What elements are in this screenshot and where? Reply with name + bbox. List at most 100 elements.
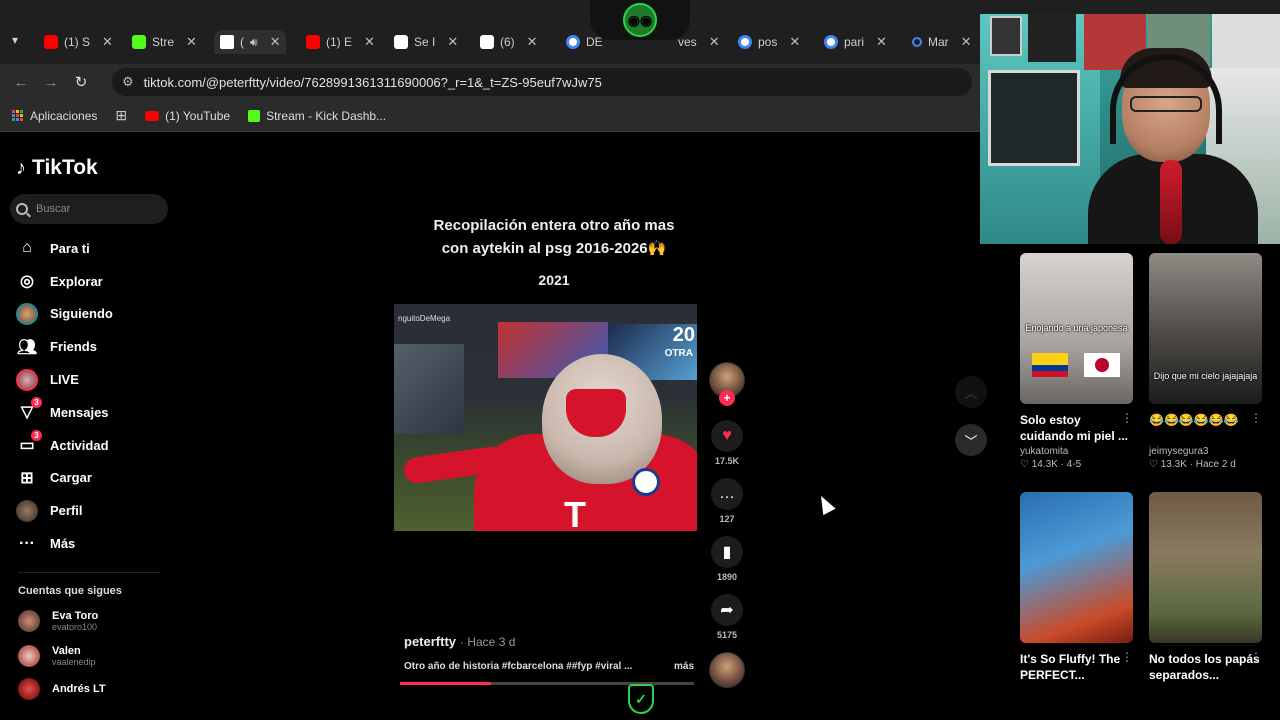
video-thumbnail[interactable] bbox=[1149, 492, 1262, 643]
video-overlay-text: 20 bbox=[672, 324, 695, 346]
friends-icon: 👥︎ bbox=[16, 338, 38, 356]
video-thumbnail[interactable]: Enojando a una japonesa bbox=[1020, 253, 1133, 404]
forward-arrow-icon[interactable]: → bbox=[36, 74, 66, 91]
sidebar-item-para-ti[interactable]: ⌂ Para ti bbox=[16, 232, 166, 265]
tab-label: Se I bbox=[414, 35, 436, 49]
tab-search-chevron-icon[interactable]: ▾ bbox=[12, 33, 18, 47]
sidebar-item-label: Perfil bbox=[50, 503, 83, 519]
site-info-icon[interactable]: ⚙︎ bbox=[122, 74, 134, 90]
recommended-video[interactable]: Dijo que mi cielo jajajajaja ⋮ 😂😂😂😂😂😂 je… bbox=[1149, 253, 1262, 470]
close-icon[interactable]: ✕ bbox=[364, 34, 375, 50]
tiktok-icon bbox=[220, 35, 234, 49]
tiktok-icon bbox=[394, 35, 408, 49]
more-icon: ··· bbox=[19, 534, 35, 552]
browser-tab-3-active[interactable]: ( 🔊︎ ✕ bbox=[214, 30, 287, 54]
browser-tab-11[interactable]: Mar ✕ bbox=[912, 30, 972, 54]
sidebar-item-cargar[interactable]: ⊞ Cargar bbox=[16, 462, 166, 495]
browser-tab-1[interactable]: (1) S ✕ bbox=[44, 30, 113, 54]
video-username[interactable]: peterftty bbox=[404, 634, 456, 649]
browser-tab-6[interactable]: (6) ✕ bbox=[480, 30, 538, 54]
tiktok-icon bbox=[480, 35, 494, 49]
close-icon[interactable]: ✕ bbox=[186, 34, 197, 50]
bookmark-apps[interactable]: Aplicaciones bbox=[12, 109, 97, 123]
sidebar-item-perfil[interactable]: Perfil bbox=[16, 494, 166, 527]
more-options-icon[interactable]: ⋮ bbox=[1121, 411, 1133, 425]
following-account[interactable]: Andrés LT bbox=[18, 678, 168, 700]
video-caption-line: con aytekin al psg 2016-2026🙌 bbox=[441, 240, 667, 257]
search-input[interactable]: Buscar bbox=[10, 194, 168, 224]
recommended-title: No todos los papás separados... bbox=[1149, 652, 1260, 682]
recommended-video[interactable]: ⋮ No todos los papás separados... bbox=[1149, 492, 1262, 683]
recommended-video[interactable]: ⋮ It's So Fluffy! The PERFECT... bbox=[1020, 492, 1133, 683]
sidebar-item-friends[interactable]: 👥︎ Friends bbox=[16, 330, 166, 363]
bookmark-tab-groups[interactable]: ⊞ bbox=[115, 107, 127, 124]
save-count: 1890 bbox=[716, 572, 738, 582]
url-field[interactable]: ⚙︎ tiktok.com/@peterftty/video/762899136… bbox=[112, 68, 972, 96]
tab-label: pari bbox=[844, 35, 865, 49]
sidebar-item-mensajes[interactable]: ▽ 3 Mensajes bbox=[16, 396, 166, 429]
previous-video-button[interactable]: ︿ bbox=[955, 376, 987, 408]
following-account[interactable]: Eva Toro evatoro100 bbox=[18, 610, 168, 632]
account-handle: evatoro100 bbox=[52, 622, 98, 632]
tab-label: (6) bbox=[500, 35, 515, 49]
video-timestamp: · Hace 3 d bbox=[460, 635, 516, 649]
video-author[interactable]: peterftty · Hace 3 d bbox=[404, 634, 515, 649]
save-button[interactable]: ▮ 1890 bbox=[708, 536, 746, 582]
next-video-button[interactable]: ﹀ bbox=[955, 424, 987, 456]
reload-icon[interactable]: ↻ bbox=[66, 73, 96, 91]
sidebar-item-mas[interactable]: ··· Más bbox=[16, 527, 166, 560]
recommended-author[interactable]: yukatomita bbox=[1020, 446, 1133, 457]
see-more-link[interactable]: más bbox=[674, 661, 694, 672]
close-icon[interactable]: ✕ bbox=[447, 34, 458, 50]
browser-tab-9[interactable]: pos ✕ bbox=[738, 30, 800, 54]
tab-label: (1) S bbox=[64, 35, 91, 49]
more-options-icon[interactable]: ⋮ bbox=[1250, 411, 1262, 425]
video-progress-fill bbox=[400, 682, 492, 685]
back-arrow-icon[interactable]: ← bbox=[6, 74, 36, 91]
sidebar-item-explorar[interactable]: ◎ Explorar bbox=[16, 265, 166, 298]
audio-playing-icon[interactable]: 🔊︎ bbox=[250, 35, 258, 50]
messages-icon: ▽ 3 bbox=[16, 397, 42, 423]
sidebar-item-actividad[interactable]: ▭ 3 Actividad bbox=[16, 429, 166, 462]
close-icon[interactable]: ✕ bbox=[876, 34, 887, 50]
share-button[interactable]: ➦ 5175 bbox=[708, 594, 746, 640]
browser-tab-2[interactable]: Stre ✕ bbox=[132, 30, 197, 54]
share-icon: ➦ bbox=[711, 594, 743, 626]
youtube-icon bbox=[44, 35, 58, 49]
recommended-video[interactable]: Enojando a una japonesa ⋮ Solo estoy cui… bbox=[1020, 253, 1133, 470]
profile-avatar-icon bbox=[16, 499, 38, 522]
bookmark-youtube[interactable]: (1) YouTube bbox=[145, 109, 230, 123]
video-thumbnail[interactable]: Dijo que mi cielo jajajajaja bbox=[1149, 253, 1262, 404]
webcam-jersey-frame bbox=[1212, 14, 1280, 68]
close-icon[interactable]: ✕ bbox=[270, 34, 281, 50]
thumbnail-caption: Dijo que mi cielo jajajajaja bbox=[1153, 371, 1258, 381]
close-icon[interactable]: ✕ bbox=[961, 34, 972, 50]
sound-avatar[interactable] bbox=[709, 652, 745, 688]
following-account[interactable]: Valen vaalenedip bbox=[18, 645, 168, 667]
bookmark-label: (1) YouTube bbox=[165, 108, 231, 123]
more-options-icon[interactable]: ⋮ bbox=[1121, 650, 1133, 664]
tab-groups-icon: ⊞ bbox=[115, 107, 128, 123]
close-icon[interactable]: ✕ bbox=[709, 34, 720, 50]
close-icon[interactable]: ✕ bbox=[102, 34, 113, 50]
follow-plus-icon[interactable]: + bbox=[719, 390, 735, 406]
sidebar-item-label: Mensajes bbox=[50, 404, 109, 420]
sidebar-item-siguiendo[interactable]: Siguiendo bbox=[16, 298, 166, 331]
close-icon[interactable]: ✕ bbox=[527, 34, 538, 50]
sidebar-item-live[interactable]: LIVE bbox=[16, 363, 166, 396]
video-player[interactable]: 20 OTRA nguitoDeMega T bbox=[394, 304, 697, 531]
more-options-icon[interactable]: ⋮ bbox=[1250, 650, 1262, 664]
browser-tab-10[interactable]: pari ✕ bbox=[824, 30, 887, 54]
sidebar-nav: ⌂ Para ti ◎ Explorar Siguiendo 👥︎ Friend… bbox=[16, 232, 166, 560]
comment-button[interactable]: … 127 bbox=[708, 478, 746, 524]
close-icon[interactable]: ✕ bbox=[789, 34, 800, 50]
video-thumbnail[interactable] bbox=[1020, 492, 1133, 643]
tiktok-note-icon: ♪ bbox=[16, 156, 26, 179]
streamer-logo-icon: ◉◉ bbox=[623, 3, 657, 37]
tiktok-logo[interactable]: ♪ TikTok bbox=[16, 156, 98, 180]
browser-tab-5[interactable]: Se I ✕ bbox=[394, 30, 458, 54]
like-button[interactable]: ♥ 17.5K bbox=[708, 420, 746, 466]
bookmark-kick[interactable]: Stream - Kick Dashb... bbox=[248, 109, 386, 123]
recommended-author[interactable]: jeimysegura3 bbox=[1149, 446, 1262, 457]
browser-tab-4[interactable]: (1) E ✕ bbox=[306, 30, 375, 54]
